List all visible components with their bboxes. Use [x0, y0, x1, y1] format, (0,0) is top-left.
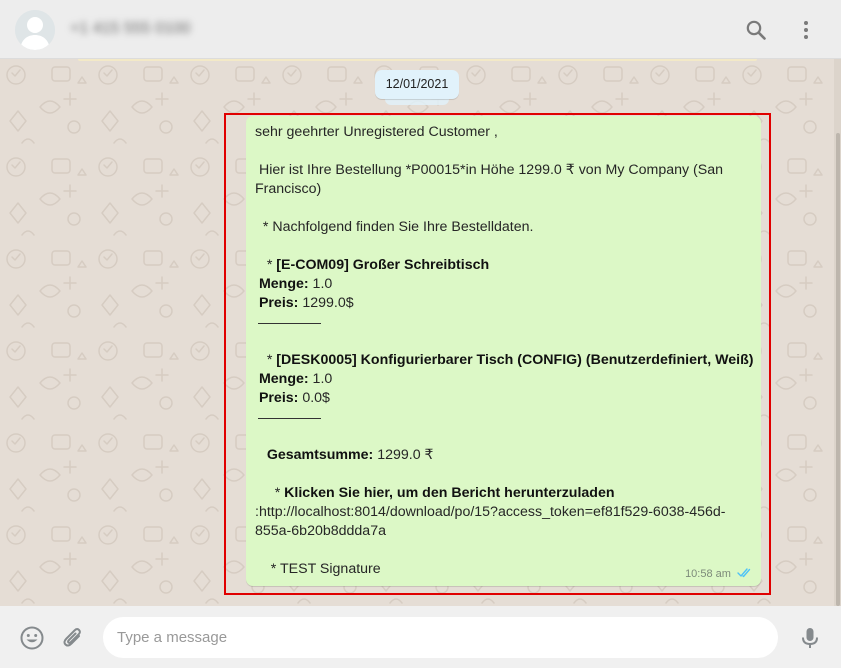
conversation-panel[interactable]: 12/01/2021 sehr geehrter Unregistered Cu…: [0, 59, 841, 606]
more-vertical-icon[interactable]: [794, 18, 818, 42]
previous-message-edge: [78, 59, 757, 61]
emoji-icon[interactable]: [19, 625, 45, 651]
highlight-box: [224, 113, 771, 595]
chat-header: +1 415 555 0100: [0, 0, 841, 59]
default-avatar-icon[interactable]: [15, 10, 55, 50]
message-input[interactable]: [103, 617, 778, 658]
search-icon[interactable]: [744, 18, 768, 42]
scrollbar-thumb[interactable]: [836, 133, 840, 606]
message-composer: [0, 606, 841, 668]
date-label: 12/01/2021: [375, 70, 459, 99]
contact-name[interactable]: +1 415 555 0100: [70, 19, 191, 39]
microphone-icon[interactable]: [797, 625, 823, 651]
paperclip-icon[interactable]: [60, 625, 86, 651]
